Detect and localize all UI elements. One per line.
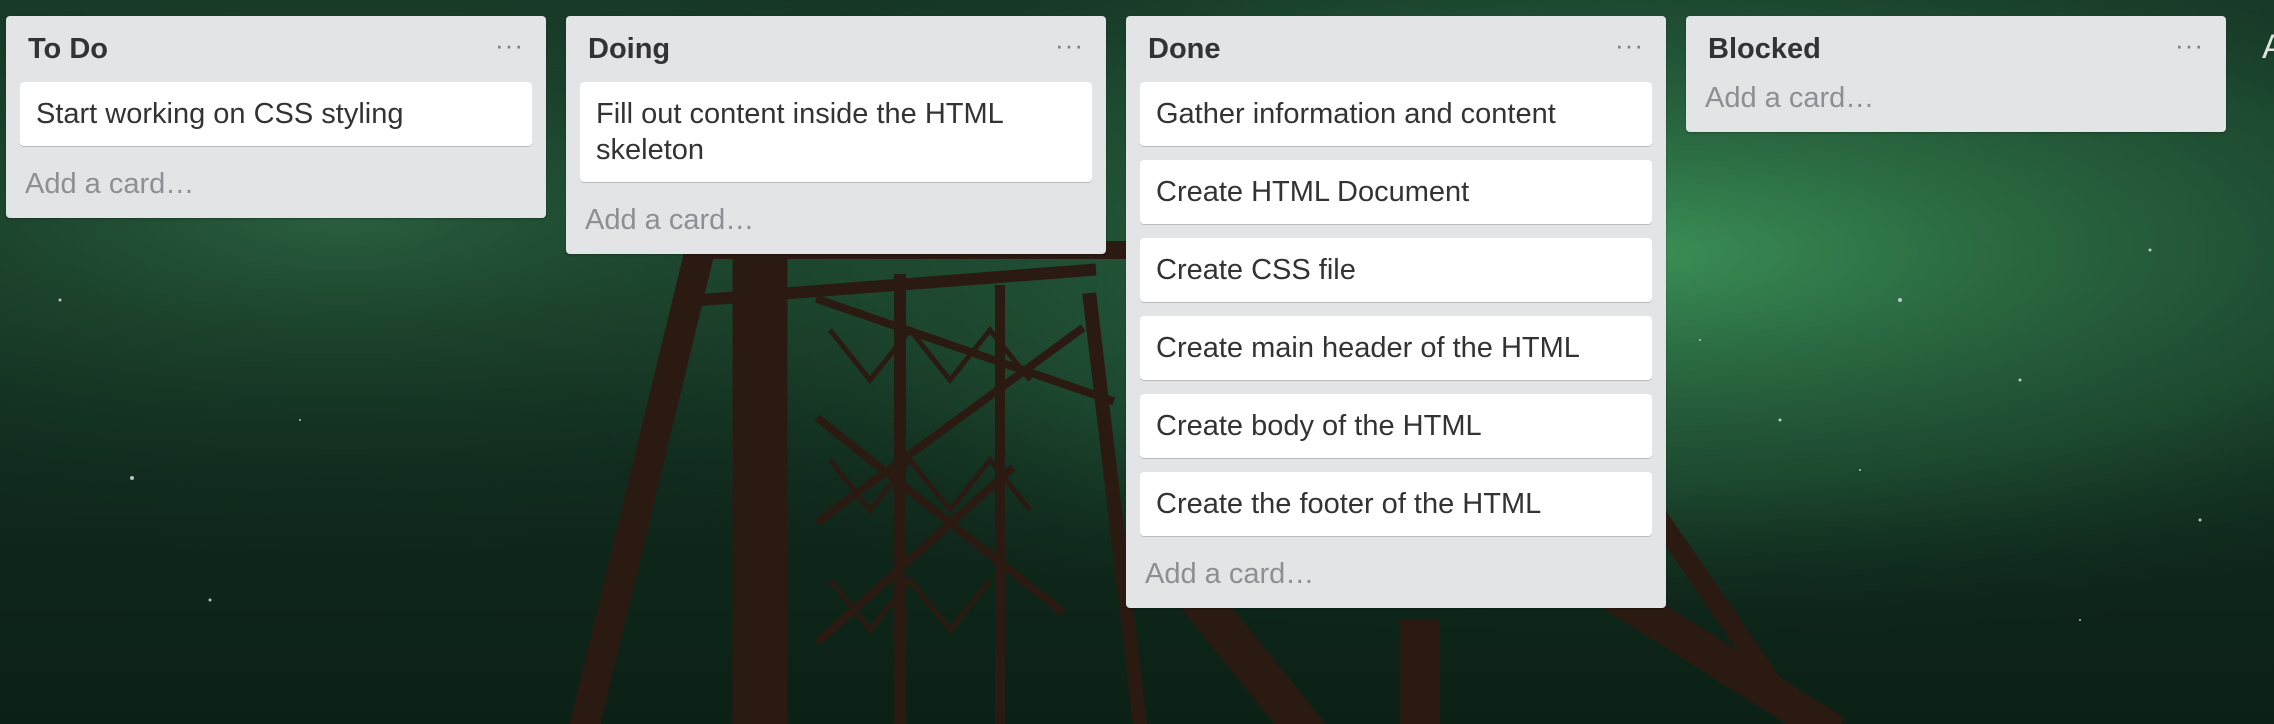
list-header: Doing ···	[580, 16, 1092, 82]
card[interactable]: Create the footer of the HTML	[1140, 472, 1652, 536]
card-list: Start working on CSS styling	[20, 82, 532, 146]
card-list: Fill out content inside the HTML skeleto…	[580, 82, 1092, 182]
list-header: To Do ···	[20, 16, 532, 82]
list-done: Done ··· Gather information and content …	[1126, 16, 1666, 608]
list-todo: To Do ··· Start working on CSS styling A…	[6, 16, 546, 218]
add-list-text-partial[interactable]: A	[2262, 28, 2274, 67]
list-doing: Doing ··· Fill out content inside the HT…	[566, 16, 1106, 254]
card[interactable]: Start working on CSS styling	[20, 82, 532, 146]
add-card-button[interactable]: Add a card…	[1140, 558, 1652, 591]
list-title[interactable]: Blocked	[1708, 33, 1821, 66]
list-menu-ellipsis-icon[interactable]: ···	[1055, 30, 1084, 61]
add-card-button[interactable]: Add a card…	[580, 204, 1092, 237]
card[interactable]: Fill out content inside the HTML skeleto…	[580, 82, 1092, 182]
card[interactable]: Create HTML Document	[1140, 160, 1652, 224]
card-list: Gather information and content Create HT…	[1140, 82, 1652, 536]
add-card-button[interactable]: Add a card…	[20, 168, 532, 201]
add-card-button[interactable]: Add a card…	[1700, 82, 2212, 115]
list-header: Done ···	[1140, 16, 1652, 82]
card[interactable]: Create body of the HTML	[1140, 394, 1652, 458]
list-title[interactable]: Done	[1148, 33, 1221, 66]
list-menu-ellipsis-icon[interactable]: ···	[2175, 30, 2204, 61]
card[interactable]: Create main header of the HTML	[1140, 316, 1652, 380]
list-header: Blocked ···	[1700, 16, 2212, 82]
list-blocked: Blocked ··· Add a card…	[1686, 16, 2226, 132]
board: To Do ··· Start working on CSS styling A…	[6, 16, 2226, 608]
card[interactable]: Gather information and content	[1140, 82, 1652, 146]
list-menu-ellipsis-icon[interactable]: ···	[1615, 30, 1644, 61]
list-menu-ellipsis-icon[interactable]: ···	[495, 30, 524, 61]
list-title[interactable]: Doing	[588, 33, 670, 66]
card[interactable]: Create CSS file	[1140, 238, 1652, 302]
list-title[interactable]: To Do	[28, 33, 108, 66]
